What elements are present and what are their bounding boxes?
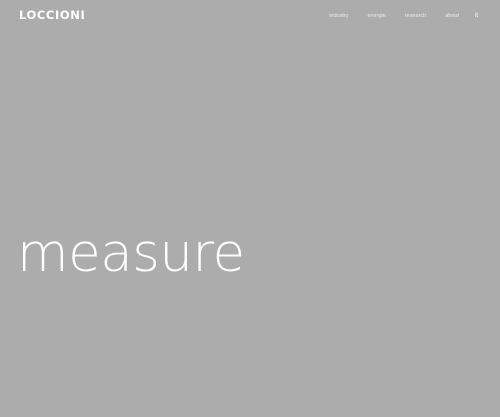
nav-item-about[interactable]: about: [445, 12, 459, 20]
nav-item-industry[interactable]: industry: [329, 12, 348, 20]
nav-item-energie[interactable]: energie: [367, 12, 385, 20]
nav-item-research[interactable]: research: [405, 12, 426, 20]
hero-word: measure: [17, 223, 245, 284]
loccioni-logo[interactable]: LOCCIONI: [19, 8, 85, 22]
main-nav: industry energie research about it: [329, 11, 478, 21]
site-header: LOCCIONI industry energie research about…: [0, 0, 500, 30]
language-switch[interactable]: it: [475, 12, 478, 20]
